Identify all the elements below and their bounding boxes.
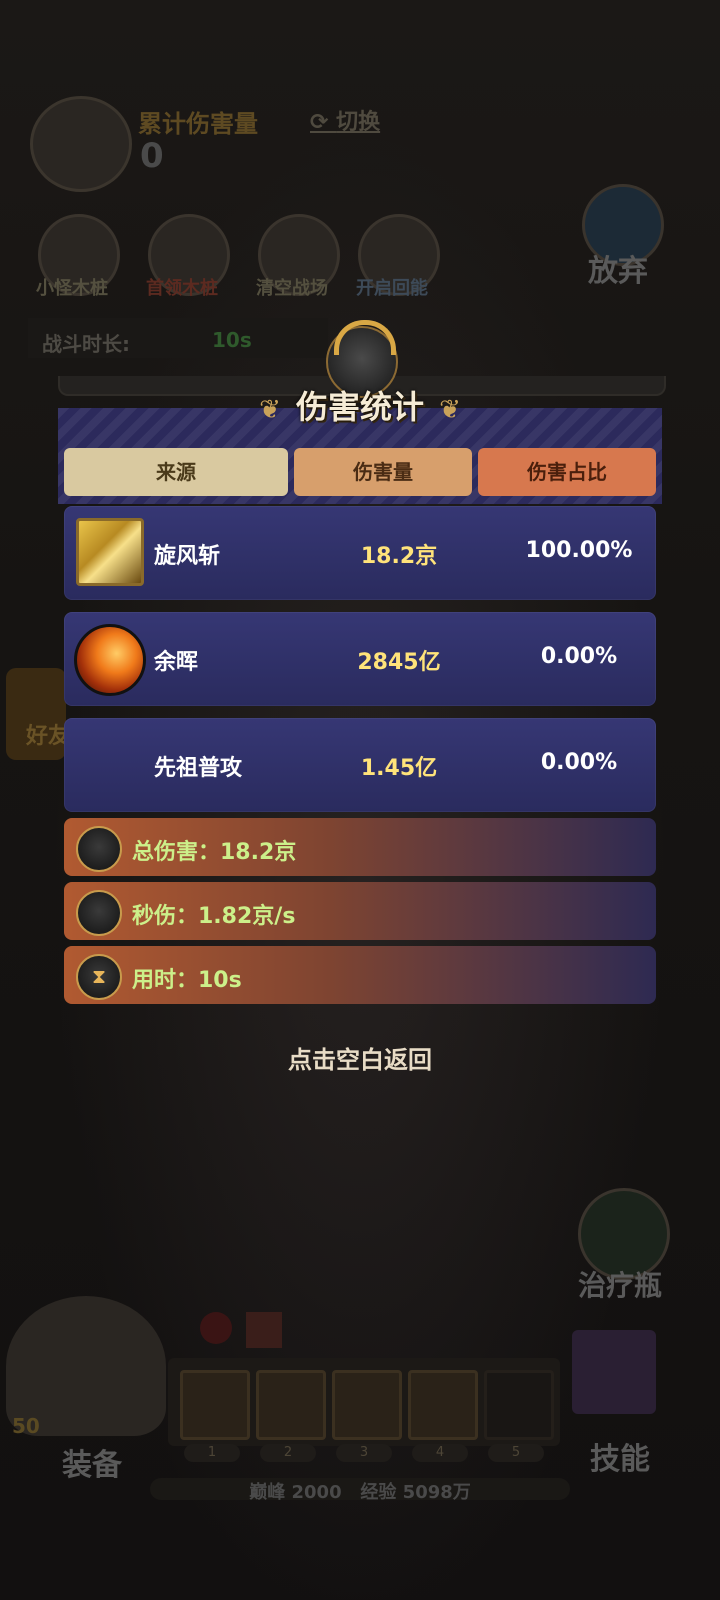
damage-row: 余晖 2845亿 0.00% bbox=[64, 612, 656, 706]
header-damage: 伤害量 bbox=[294, 448, 472, 496]
boss-dummy-label: 首领木桩 bbox=[146, 278, 218, 299]
slot-number: 1 bbox=[184, 1444, 240, 1462]
damage-amount: 18.2京 bbox=[360, 544, 438, 569]
buff-icon-2 bbox=[246, 1312, 282, 1348]
battle-time-value: 10s bbox=[212, 328, 252, 352]
slot-number: 4 bbox=[412, 1444, 468, 1462]
switch-label: 切换 bbox=[336, 110, 381, 135]
horns-medal-icon bbox=[76, 890, 122, 936]
whirlwind-slash-icon bbox=[76, 518, 144, 586]
total-damage-row: 总伤害：18.2京 bbox=[64, 818, 656, 876]
skills-label[interactable]: 技能 bbox=[590, 1434, 650, 1478]
abandon-label[interactable]: 放弃 bbox=[588, 246, 648, 290]
header-percent: 伤害占比 bbox=[478, 448, 656, 496]
minion-dummy-label: 小怪木桩 bbox=[36, 278, 108, 299]
refresh-icon: ⟳ bbox=[310, 110, 337, 135]
damage-percent: 0.00% bbox=[540, 644, 618, 669]
damage-percent: 100.00% bbox=[525, 538, 633, 563]
level-badge: 50 bbox=[12, 1414, 40, 1438]
skill-book-icon[interactable] bbox=[572, 1330, 656, 1414]
cumulative-damage-value: 0 bbox=[140, 136, 164, 176]
switch-button[interactable]: ⟳ 切换 bbox=[310, 104, 380, 136]
dps-text: 秒伤：1.82京/s bbox=[132, 904, 296, 929]
battle-time-label: 战斗时长: bbox=[42, 332, 130, 356]
clear-field-label: 清空战场 bbox=[256, 278, 328, 299]
peak-exp-text: 巅峰 2000 经验 5098万 bbox=[249, 1482, 471, 1503]
damage-amount: 1.45亿 bbox=[360, 756, 438, 781]
total-damage-text: 总伤害：18.2京 bbox=[132, 840, 297, 865]
panel-title: 伤害统计 bbox=[295, 388, 424, 426]
time-row: ⧗ 用时：10s bbox=[64, 946, 656, 1004]
hourglass-icon: ⧗ bbox=[76, 954, 122, 1000]
panel-title-bar: ❦ 伤害统计 ❦ bbox=[0, 382, 720, 428]
slot-number: 3 bbox=[336, 1444, 392, 1462]
leaf-ornament-icon: ❦ bbox=[439, 395, 461, 425]
header-source: 来源 bbox=[64, 448, 288, 496]
leaf-ornament-icon: ❦ bbox=[259, 395, 281, 425]
source-name: 余晖 bbox=[154, 650, 199, 675]
damage-row: 先祖普攻 1.45亿 0.00% bbox=[64, 718, 656, 812]
time-text: 用时：10s bbox=[132, 968, 242, 993]
slot-number: 5 bbox=[488, 1444, 544, 1462]
buff-icon-1 bbox=[200, 1312, 232, 1344]
dps-row: 秒伤：1.82京/s bbox=[64, 882, 656, 940]
energy-restore-label: 开启回能 bbox=[356, 278, 428, 299]
afterglow-icon bbox=[74, 624, 146, 696]
source-name: 先祖普攻 bbox=[154, 756, 243, 781]
damage-percent: 0.00% bbox=[540, 750, 618, 775]
skill-slot-4[interactable] bbox=[408, 1370, 478, 1440]
hero-portrait bbox=[30, 96, 132, 192]
skill-slot-3[interactable] bbox=[332, 1370, 402, 1440]
cumulative-damage-label: 累计伤害量 bbox=[138, 110, 258, 138]
slot-number: 2 bbox=[260, 1444, 316, 1462]
damage-row: 旋风斩 18.2京 100.00% bbox=[64, 506, 656, 600]
potion-label[interactable]: 治疗瓶 bbox=[578, 1264, 662, 1304]
horns-medal-icon bbox=[76, 826, 122, 872]
source-name: 旋风斩 bbox=[154, 544, 221, 569]
tap-to-return-hint[interactable]: 点击空白返回 bbox=[0, 1040, 720, 1075]
skill-slot-2[interactable] bbox=[256, 1370, 326, 1440]
damage-amount: 2845亿 bbox=[357, 650, 441, 675]
skill-slot-5[interactable] bbox=[484, 1370, 554, 1440]
skill-slot-1[interactable] bbox=[180, 1370, 250, 1440]
